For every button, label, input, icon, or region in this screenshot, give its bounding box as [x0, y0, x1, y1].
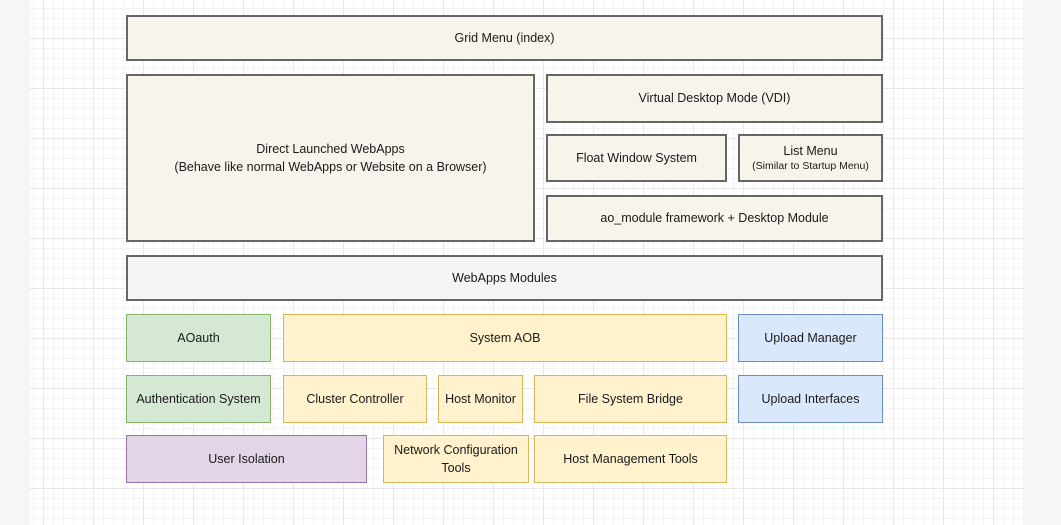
box-upload-manager[interactable]: Upload Manager [738, 314, 883, 362]
box-virtual-desktop-mode[interactable]: Virtual Desktop Mode (VDI) [546, 74, 883, 123]
box-host-monitor[interactable]: Host Monitor [438, 375, 523, 423]
aoauth-label: AOauth [177, 329, 219, 347]
grid-menu-label: Grid Menu (index) [454, 29, 554, 47]
upload-interfaces-label: Upload Interfaces [762, 390, 860, 408]
box-direct-launched-webapps[interactable]: Direct Launched WebApps (Behave like nor… [126, 74, 535, 242]
host-mgmt-label: Host Management Tools [563, 450, 698, 468]
direct-webapps-sublabel: (Behave like normal WebApps or Website o… [174, 158, 486, 176]
host-monitor-label: Host Monitor [445, 390, 516, 408]
auth-system-label: Authentication System [136, 390, 260, 408]
upload-manager-label: Upload Manager [764, 329, 856, 347]
user-isolation-label: User Isolation [208, 450, 284, 468]
list-menu-label: List Menu [783, 142, 837, 160]
box-network-configuration-tools[interactable]: Network Configuration Tools [383, 435, 529, 483]
system-aob-label: System AOB [470, 329, 541, 347]
box-cluster-controller[interactable]: Cluster Controller [283, 375, 427, 423]
vdi-label: Virtual Desktop Mode (VDI) [639, 89, 791, 107]
box-host-management-tools[interactable]: Host Management Tools [534, 435, 727, 483]
direct-webapps-label: Direct Launched WebApps [256, 140, 404, 158]
box-file-system-bridge[interactable]: File System Bridge [534, 375, 727, 423]
diagram-canvas[interactable]: Grid Menu (index) Direct Launched WebApp… [30, 0, 1024, 525]
float-window-label: Float Window System [576, 149, 697, 167]
box-ao-module-framework[interactable]: ao_module framework + Desktop Module [546, 195, 883, 242]
page-background: Grid Menu (index) Direct Launched WebApp… [0, 0, 1061, 525]
box-list-menu[interactable]: List Menu (Similar to Startup Menu) [738, 134, 883, 182]
fs-bridge-label: File System Bridge [578, 390, 683, 408]
box-user-isolation[interactable]: User Isolation [126, 435, 367, 483]
box-authentication-system[interactable]: Authentication System [126, 375, 271, 423]
cluster-controller-label: Cluster Controller [306, 390, 403, 408]
box-system-aob[interactable]: System AOB [283, 314, 727, 362]
network-config-label: Network Configuration Tools [390, 441, 522, 477]
webapps-modules-label: WebApps Modules [452, 269, 557, 287]
box-upload-interfaces[interactable]: Upload Interfaces [738, 375, 883, 423]
box-float-window-system[interactable]: Float Window System [546, 134, 727, 182]
box-aoauth[interactable]: AOauth [126, 314, 271, 362]
list-menu-sublabel: (Similar to Startup Menu) [752, 160, 869, 174]
box-grid-menu[interactable]: Grid Menu (index) [126, 15, 883, 61]
ao-module-label: ao_module framework + Desktop Module [600, 209, 828, 227]
box-webapps-modules[interactable]: WebApps Modules [126, 255, 883, 301]
